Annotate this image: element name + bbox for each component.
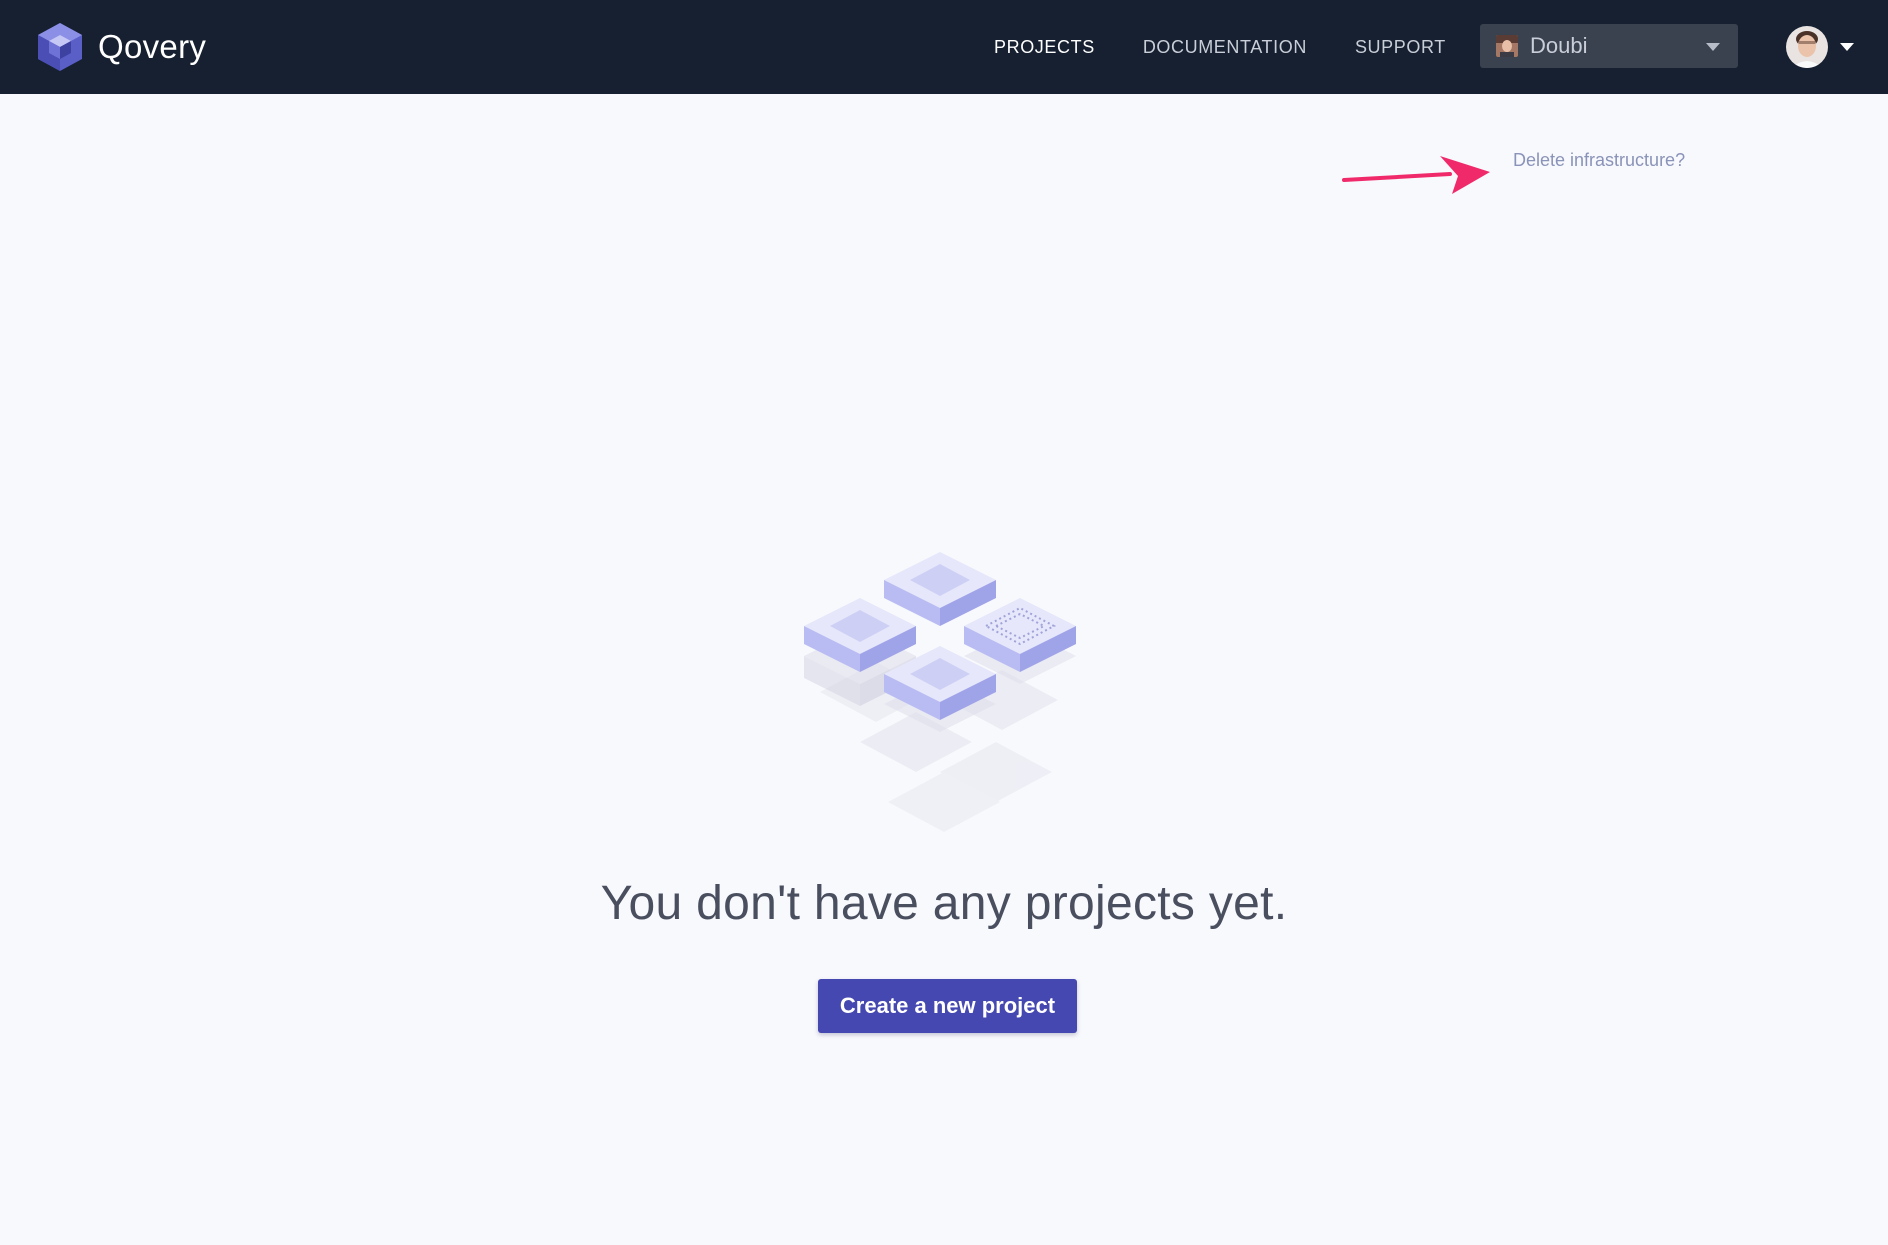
create-project-button[interactable]: Create a new project [818,979,1077,1033]
organization-selector[interactable]: Doubi [1480,24,1738,68]
brand-name: Qovery [98,28,207,65]
org-avatar-icon [1496,35,1518,57]
user-menu[interactable] [1786,26,1854,68]
brand-home-link[interactable]: Qovery [36,18,206,76]
main-nav: PROJECTS DOCUMENTATION SUPPORT [994,0,1446,94]
chevron-down-icon [1706,43,1720,51]
isometric-blocks-illustration [804,552,1076,832]
arrow-right-icon [1342,156,1490,194]
qovery-logo-icon [38,23,82,71]
user-avatar-icon [1786,26,1828,68]
nav-documentation-link[interactable]: DOCUMENTATION [1143,37,1307,58]
organization-name: Doubi [1530,33,1588,58]
nav-projects-link[interactable]: PROJECTS [994,37,1095,58]
top-navbar: Qovery PROJECTS DOCUMENTATION SUPPORT Do… [0,0,1888,94]
delete-infrastructure-link[interactable]: Delete infrastructure? [1513,150,1685,171]
empty-state-message: You don't have any projects yet. [600,877,1288,930]
nav-support-link[interactable]: SUPPORT [1355,37,1446,58]
chevron-down-icon [1840,43,1854,51]
